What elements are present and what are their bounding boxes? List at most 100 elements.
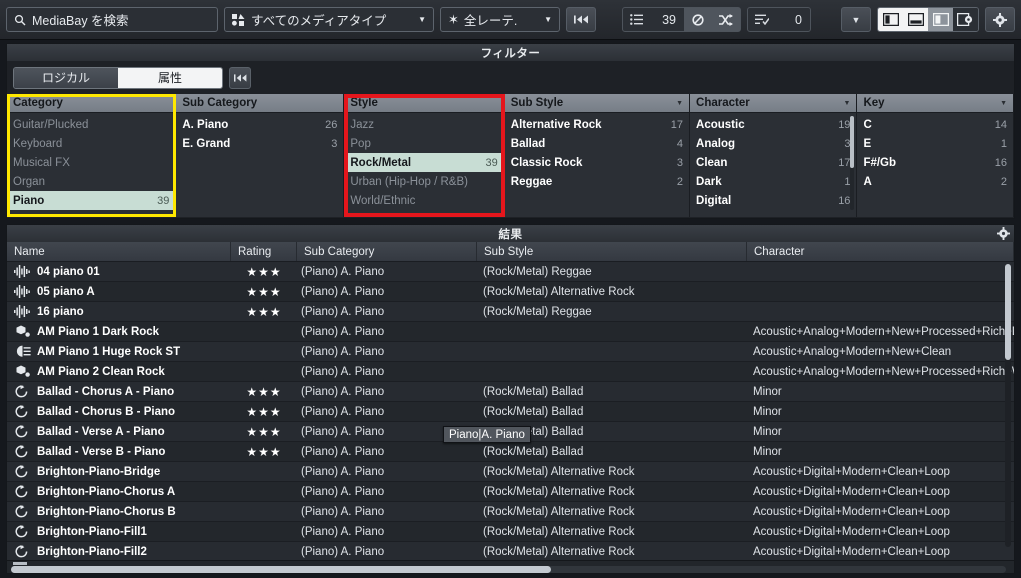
table-row[interactable]: Brighton-Piano-Chorus A (Piano) A. Piano (… — [7, 482, 1014, 502]
filter-reset-button[interactable] — [229, 66, 251, 89]
gear-icon — [993, 12, 1007, 27]
filter-item[interactable]: Guitar/Plucked — [7, 115, 175, 134]
midi-loop-icon — [7, 505, 37, 518]
cell-character: Acoustic+Digital+Modern+Clean+Loop — [753, 525, 950, 538]
table-row[interactable]: Brighton-Piano-Fill2 (Piano) A. Piano (Roc… — [7, 542, 1014, 562]
filter-item-count: 3 — [676, 156, 684, 169]
filter-column-scrollbar[interactable] — [850, 116, 855, 210]
table-row[interactable]: 04 piano 01 ★★★ (Piano) A. Piano (Rock/Meta… — [7, 262, 1014, 282]
table-row[interactable]: Brighton-Piano-Bridge (Piano) A. Piano (Ro… — [7, 462, 1014, 482]
cell-sub-style: (Rock/Metal) Alternative Rock — [483, 505, 635, 518]
cell-name: Ballad - Chorus B - Piano — [37, 405, 176, 418]
filter-item[interactable]: Alternative Rock 17 — [505, 115, 689, 134]
rating-select[interactable]: ✶ 全レーテ. ▼ — [440, 7, 560, 32]
scrollbar-thumb[interactable] — [850, 116, 855, 168]
column-header-sub-style[interactable]: Sub Style — [477, 242, 747, 261]
results-vertical-scrollbar[interactable] — [1005, 264, 1011, 547]
filter-item[interactable]: Organ — [7, 172, 175, 191]
chevron-down-icon[interactable]: ▼ — [844, 100, 851, 107]
filter-item[interactable]: F#/Gb 16 — [857, 153, 1013, 172]
filter-item-count: 39 — [485, 156, 498, 169]
filter-item[interactable]: Clean 17 — [690, 153, 856, 172]
filter-item[interactable]: A. Piano 26 — [176, 115, 343, 134]
panel-bottom-icon[interactable] — [903, 8, 928, 31]
filter-item-label: Jazz — [350, 118, 375, 131]
cell-character: Acoustic+Analog+Modern+New+Processed+Ric… — [753, 365, 1014, 378]
filter-column-header[interactable]: Sub Style ▼ — [504, 94, 690, 113]
filter-item-count: 1 — [1000, 137, 1007, 150]
cell-character: Acoustic+Digital+Modern+Clean+Loop — [753, 505, 950, 518]
filter-item[interactable]: Rock/Metal 39 — [344, 153, 504, 172]
media-type-select[interactable]: すべてのメディアタイプ ▼ — [224, 7, 434, 32]
filter-item[interactable]: Jazz — [344, 115, 503, 134]
filter-column-sub-style: Sub Style ▼ Alternative Rock 17 Ballad 4 Class… — [504, 94, 691, 217]
filter-item[interactable]: World/Ethnic — [344, 191, 503, 210]
filter-item[interactable]: E. Grand 3 — [176, 134, 343, 153]
settings-button[interactable] — [985, 7, 1015, 32]
table-row[interactable]: Ballad - Verse B - Piano ★★★ (Piano) A. Pi… — [7, 442, 1014, 462]
cell-name: 05 piano A — [37, 285, 95, 298]
filter-item[interactable]: E1 — [857, 134, 1013, 153]
hscroll-thumb[interactable] — [11, 566, 551, 573]
filter-mode-row: ロジカル 属性 — [7, 61, 1014, 94]
filter-item[interactable]: Reggae 2 — [505, 172, 689, 191]
filter-column-header[interactable]: Sub Category — [176, 94, 344, 113]
table-row[interactable]: 05 piano A ★★★ (Piano) A. Piano (Rock/Metal… — [7, 282, 1014, 302]
view-menu-button[interactable]: ▼ — [841, 7, 871, 32]
filter-item[interactable]: Ballad 4 — [505, 134, 689, 153]
filter-item[interactable]: Musical FX — [7, 153, 175, 172]
filter-item[interactable]: C 14 — [857, 115, 1013, 134]
table-row[interactable]: Brighton-Piano-Chorus B (Piano) A. Piano (… — [7, 502, 1014, 522]
cell-character: Minor — [753, 445, 782, 458]
hscroll-track[interactable] — [11, 566, 1006, 573]
filter-item[interactable]: Dark 1 — [690, 172, 856, 191]
results-horizontal-scrollbar[interactable] — [6, 560, 1015, 574]
filter-item-count: 2 — [676, 175, 684, 188]
cell-sub-style: (Rock/Metal) Reggae — [483, 305, 592, 318]
table-row[interactable]: AM Piano 1 Dark Rock (Piano) A. Piano Acou… — [7, 322, 1014, 342]
filter-item[interactable]: Keyboard — [7, 134, 175, 153]
panel-right-icon[interactable] — [928, 8, 953, 31]
filter-item[interactable]: Classic Rock 3 — [505, 153, 689, 172]
filter-item[interactable]: Piano 39 — [7, 191, 176, 210]
filter-column-header[interactable]: Character ▼ — [690, 94, 857, 113]
reset-filter-button[interactable] — [566, 7, 596, 32]
filter-item[interactable]: A2 — [857, 172, 1013, 191]
shuffle-icon[interactable] — [712, 8, 740, 31]
panel-left-icon[interactable] — [878, 8, 903, 31]
checklist-icon[interactable] — [748, 8, 776, 31]
filter-item[interactable]: Urban (Hip-Hop / R&B) — [344, 172, 503, 191]
filter-column-header[interactable]: Style — [344, 94, 504, 113]
gear-icon[interactable] — [997, 227, 1010, 240]
table-row[interactable]: AM Piano 2 Clean Rock (Piano) A. Piano Aco… — [7, 362, 1014, 382]
filter-item-label: Reggae — [510, 175, 553, 188]
filter-item[interactable]: Analog 3 — [690, 134, 856, 153]
panel-gear-icon[interactable] — [953, 8, 978, 31]
search-input[interactable]: MediaBay を検索 — [6, 7, 218, 32]
table-row[interactable]: 16 piano ★★★ (Piano) A. Piano (Rock/Metal) … — [7, 302, 1014, 322]
cell-sub-category: (Piano) A. Piano — [301, 505, 385, 518]
filter-item-label: Classic Rock — [510, 156, 583, 169]
tab-attribute[interactable]: 属性 — [118, 67, 222, 88]
filter-item[interactable]: Pop — [344, 134, 503, 153]
scrollbar-thumb[interactable] — [1005, 264, 1011, 360]
column-header-rating[interactable]: Rating — [231, 242, 297, 261]
tab-logical[interactable]: ロジカル — [14, 67, 118, 88]
column-header-name[interactable]: Name — [7, 242, 231, 261]
cell-sub-category: (Piano) A. Piano — [301, 465, 385, 478]
table-row[interactable]: Ballad - Chorus B - Piano ★★★ (Piano) A. P… — [7, 402, 1014, 422]
filter-item[interactable]: Digital 16 — [690, 191, 856, 210]
filter-column-header[interactable]: Category — [7, 94, 176, 113]
chevron-down-icon[interactable]: ▼ — [676, 100, 683, 107]
column-header-character[interactable]: Character — [747, 242, 1014, 261]
filter-item[interactable]: Acoustic 19 — [690, 115, 856, 134]
filter-column-header[interactable]: Key ▼ — [857, 94, 1013, 113]
loop-icon[interactable] — [684, 8, 712, 31]
column-header-sub-category[interactable]: Sub Category — [297, 242, 477, 261]
chevron-down-icon[interactable]: ▼ — [1000, 100, 1007, 107]
list-icon[interactable] — [623, 8, 650, 31]
table-row[interactable]: AM Piano 1 Huge Rock ST (Piano) A. Piano A… — [7, 342, 1014, 362]
table-row[interactable]: Brighton-Piano-Fill1 (Piano) A. Piano (Roc… — [7, 522, 1014, 542]
table-row[interactable]: Ballad - Chorus A - Piano ★★★ (Piano) A. P… — [7, 382, 1014, 402]
cell-sub-category: (Piano) A. Piano — [301, 405, 385, 418]
